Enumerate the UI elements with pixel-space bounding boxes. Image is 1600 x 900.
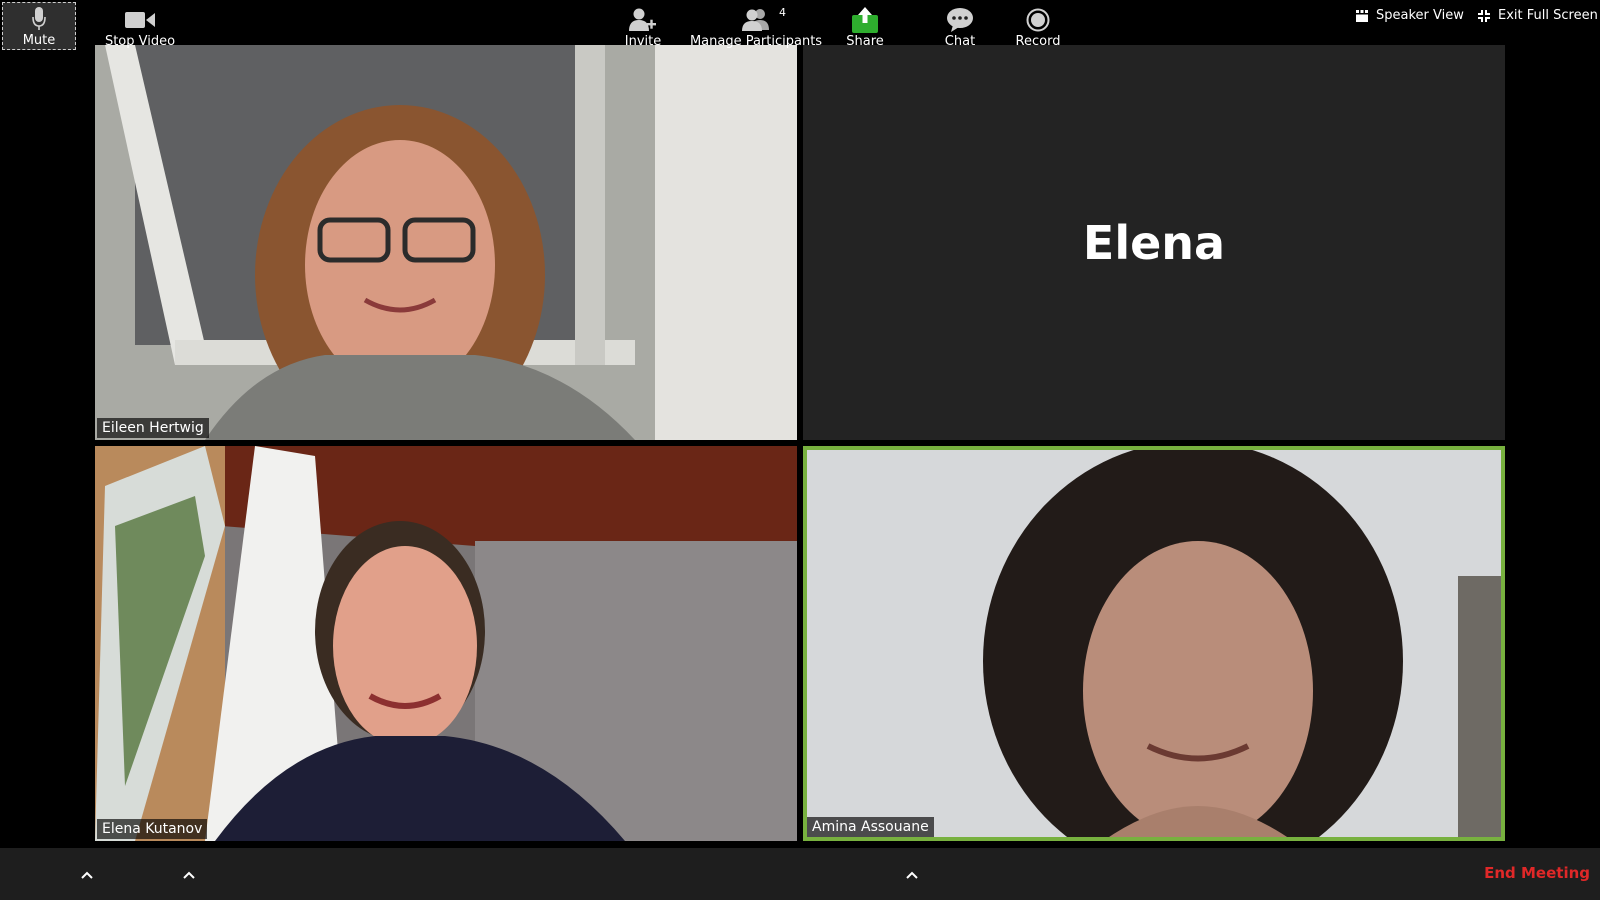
chat-label: Chat	[944, 34, 976, 49]
share-button[interactable]: Share	[840, 2, 890, 50]
share-label: Share	[846, 34, 884, 49]
record-icon	[1026, 8, 1050, 32]
video-camera-icon	[125, 12, 155, 28]
record-label: Record	[1015, 34, 1061, 49]
video-tile-eileen-hertwig[interactable]: Eileen Hertwig	[95, 45, 797, 440]
exit-full-screen-icon	[1478, 9, 1490, 22]
video-tile-elena[interactable]: Elena	[803, 45, 1505, 440]
participant-video	[95, 45, 797, 440]
mute-button[interactable]: Mute	[2, 2, 76, 50]
audio-options-chevron-up-icon[interactable]	[80, 870, 94, 880]
participant-video	[803, 446, 1505, 841]
invite-button[interactable]: Invite	[618, 2, 668, 50]
record-button[interactable]: Record	[1012, 2, 1064, 50]
participant-name-tag: Amina Assouane	[807, 817, 934, 837]
invite-label: Invite	[624, 34, 662, 49]
add-user-icon	[629, 8, 656, 31]
video-tile-elena-kutanov[interactable]: Elena Kutanov	[95, 446, 797, 841]
manage-participants-button[interactable]: 4 Manage Participants	[690, 2, 822, 50]
microphone-icon	[32, 7, 46, 30]
participants-icon	[742, 9, 769, 31]
share-options-chevron-up-icon[interactable]	[905, 870, 919, 880]
video-options-chevron-up-icon[interactable]	[182, 870, 196, 880]
chat-button[interactable]: Chat	[935, 2, 985, 50]
share-screen-icon	[852, 7, 878, 33]
end-meeting-button[interactable]: End Meeting	[1484, 864, 1590, 882]
stop-video-label: Stop Video	[104, 34, 176, 49]
participant-display-name: Elena	[1082, 215, 1226, 270]
stop-video-button[interactable]: Stop Video	[100, 2, 180, 50]
participant-video	[95, 446, 797, 841]
participant-name-tag: Elena Kutanov	[97, 819, 208, 839]
meeting-toolbar	[0, 848, 1600, 900]
exit-full-screen-label: Exit Full Screen	[1498, 8, 1598, 23]
participant-count-badge: 4	[779, 6, 786, 19]
exit-full-screen-button[interactable]: Exit Full Screen	[1478, 8, 1598, 23]
manage-participants-label: Manage Participants	[689, 34, 823, 49]
grid-icon	[1356, 9, 1368, 22]
chat-bubble-icon	[947, 8, 973, 32]
speaker-view-button[interactable]: Speaker View	[1356, 8, 1464, 23]
video-tile-amina-assouane[interactable]: Amina Assouane	[803, 446, 1505, 841]
mute-label: Mute	[22, 33, 56, 48]
speaker-view-label: Speaker View	[1376, 8, 1464, 23]
participant-name-tag: Eileen Hertwig	[97, 418, 209, 438]
